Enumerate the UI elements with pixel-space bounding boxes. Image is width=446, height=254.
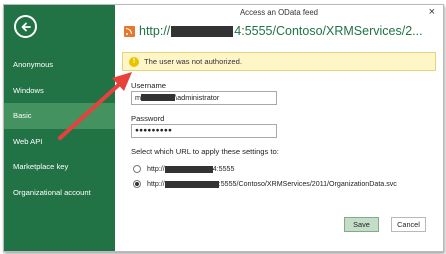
arrow-left-icon (21, 22, 31, 31)
scope-label: Select which URL to apply these settings… (131, 147, 279, 156)
redacted-host (164, 180, 219, 188)
sidebar-item-web-api[interactable]: Web API (4, 129, 115, 155)
scope-radio-full[interactable] (133, 180, 141, 188)
scope-option-full[interactable]: http:// :5555/Contoso/XRMServices/2011/O… (133, 180, 397, 188)
password-field[interactable]: ●●●●●●●●● (131, 124, 277, 138)
username-field[interactable]: m \administrator (131, 91, 277, 105)
scope-option-root-suffix: 4:5555 (212, 165, 235, 173)
feed-url: http:// 4:5555/Contoso/XRMServices/2... (124, 21, 443, 41)
scope-radio-root[interactable] (133, 165, 141, 173)
sidebar-item-organizational-account[interactable]: Organizational account (4, 180, 115, 206)
odata-dialog: Anonymous Windows Basic Web API Marketpl… (3, 4, 444, 252)
username-label: Username (131, 81, 167, 90)
auth-nav: Anonymous Windows Basic Web API Marketpl… (4, 52, 115, 205)
redacted-host (171, 25, 234, 37)
url-prefix: http:// (139, 24, 171, 38)
sidebar-item-windows[interactable]: Windows (4, 78, 115, 104)
sidebar-item-anonymous[interactable]: Anonymous (4, 52, 115, 78)
auth-sidebar: Anonymous Windows Basic Web API Marketpl… (4, 5, 115, 251)
warning-icon: ! (129, 56, 139, 67)
auth-warning-banner: ! The user was not authorized. (122, 52, 436, 71)
main-panel: Access an OData feed × http:// 4:5555/Co… (115, 5, 443, 251)
scope-option-full-prefix: http:// (147, 180, 165, 188)
username-suffix: \administrator (175, 93, 220, 102)
dialog-title: Access an OData feed (239, 8, 318, 17)
redacted-domain (141, 94, 176, 101)
sidebar-item-marketplace-key[interactable]: Marketplace key (4, 154, 115, 180)
back-button[interactable] (14, 15, 37, 38)
close-button[interactable]: × (429, 6, 435, 18)
url-suffix: 4:5555/Contoso/XRMServices/2... (234, 24, 423, 38)
warning-text: The user was not authorized. (144, 57, 242, 66)
save-button[interactable]: Save (344, 217, 379, 232)
password-label: Password (131, 114, 165, 123)
scope-option-root[interactable]: http:// 4:5555 (133, 165, 234, 173)
scope-option-root-prefix: http:// (147, 165, 165, 173)
scope-option-full-suffix: :5555/Contoso/XRMServices/2011/Organizat… (218, 180, 397, 188)
cancel-button[interactable]: Cancel (391, 217, 426, 232)
redacted-host (164, 165, 213, 173)
odata-feed-icon (124, 25, 135, 37)
sidebar-item-basic[interactable]: Basic (4, 103, 115, 129)
